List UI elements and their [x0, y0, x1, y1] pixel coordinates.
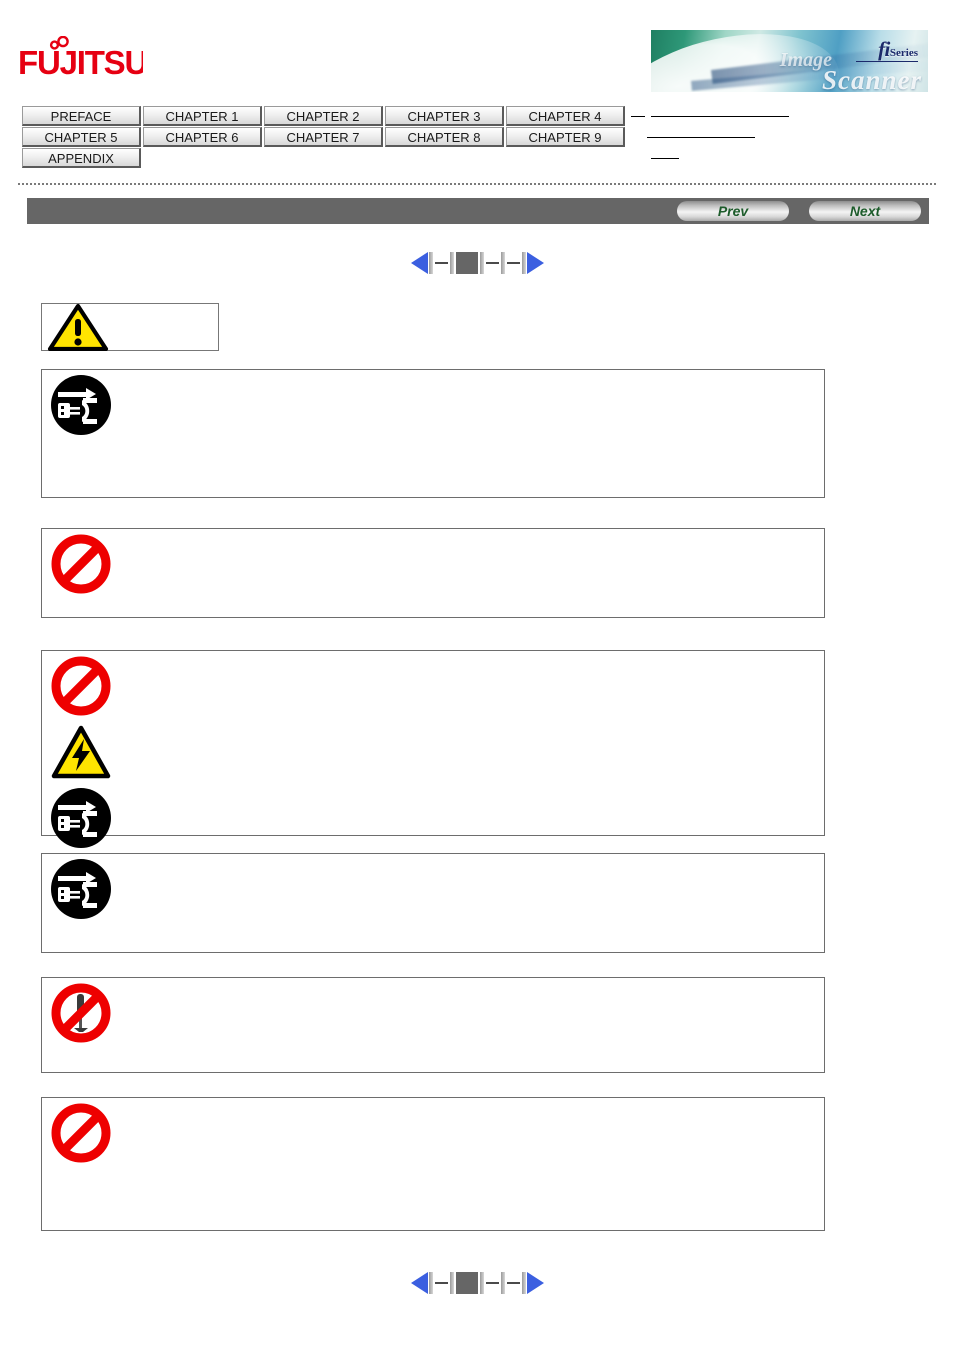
pager-dash: [485, 262, 499, 264]
pager-dash: [434, 1282, 448, 1284]
fujitsu-logo: FUJITSU: [18, 35, 148, 90]
pager-next-arrow-icon[interactable]: [526, 1272, 544, 1294]
pager-bar: [521, 252, 526, 274]
tab-chapter-5[interactable]: CHAPTER 5: [22, 127, 141, 147]
safety-box-icons: [50, 655, 111, 856]
page-navigation-bar: Prev Next: [27, 198, 929, 224]
safety-box-icons: [50, 533, 111, 602]
safety-box-icons: [50, 858, 111, 927]
banner-scanner-word: Scanner: [821, 65, 922, 92]
page-header: FUJITSU Image Scanner fiSeries: [0, 0, 954, 100]
safety-box-icons: [50, 982, 111, 1051]
tab-appendix[interactable]: APPENDIX: [22, 148, 141, 168]
header-rule-3: [651, 157, 679, 159]
pager-bar: [428, 252, 433, 274]
fi-logo-series: Series: [889, 47, 918, 59]
pager-prev-arrow-icon[interactable]: [410, 1272, 428, 1294]
page-indicator-top: [0, 248, 954, 278]
pager-bar: [449, 1272, 454, 1294]
tab-chapter-4[interactable]: CHAPTER 4: [506, 106, 625, 126]
tab-row-3: APPENDIX: [22, 148, 789, 168]
tab-row-2: CHAPTER 5 CHAPTER 6 CHAPTER 7 CHAPTER 8 …: [22, 127, 789, 147]
tab-chapter-9[interactable]: CHAPTER 9: [506, 127, 625, 147]
pager-next-arrow-icon[interactable]: [526, 252, 544, 274]
pager-dash: [434, 262, 448, 264]
pager-current-page-marker[interactable]: [455, 252, 478, 274]
pager-bar: [449, 252, 454, 274]
pager-dash: [506, 262, 520, 264]
header-dotted-divider: [18, 183, 936, 185]
safety-box: [41, 853, 825, 953]
unplug-power-cord-icon: [50, 787, 111, 854]
unplug-power-cord-icon: [50, 858, 111, 925]
pager-bar: [479, 1272, 484, 1294]
safety-box: [41, 977, 825, 1073]
prohibition-icon: [50, 655, 111, 722]
tab-preface[interactable]: PREFACE: [22, 106, 141, 126]
chapter-tab-nav: PREFACE CHAPTER 1 CHAPTER 2 CHAPTER 3 CH…: [22, 106, 789, 169]
tab-chapter-8[interactable]: CHAPTER 8: [385, 127, 504, 147]
pager-bar: [500, 1272, 505, 1294]
fi-series-banner: Image Scanner fiSeries: [651, 30, 928, 92]
pager-bar: [521, 1272, 526, 1294]
safety-box: [41, 528, 825, 618]
tab-chapter-6[interactable]: CHAPTER 6: [143, 127, 262, 147]
tab-chapter-1[interactable]: CHAPTER 1: [143, 106, 262, 126]
no-disassembly-icon: [50, 982, 111, 1049]
next-button[interactable]: Next: [809, 201, 921, 221]
tab-chapter-7[interactable]: CHAPTER 7: [264, 127, 383, 147]
safety-box-icons: [50, 1102, 111, 1171]
prev-button[interactable]: Prev: [677, 201, 789, 221]
header-rule-1: [651, 115, 789, 117]
pager-bar: [500, 252, 505, 274]
prohibition-icon: [50, 1102, 111, 1169]
tab-row-1: PREFACE CHAPTER 1 CHAPTER 2 CHAPTER 3 CH…: [22, 106, 789, 126]
safety-box: [41, 369, 825, 498]
warning-triangle-icon: [47, 303, 109, 356]
pager-bar: [428, 1272, 433, 1294]
safety-box: [41, 1097, 825, 1231]
prohibition-icon: [50, 533, 111, 600]
fi-logo: fiSeries: [878, 37, 918, 62]
tab-chapter-3[interactable]: CHAPTER 3: [385, 106, 504, 126]
warning-header-box: [41, 303, 219, 352]
tab-row-1-dash: [631, 115, 645, 117]
electric-shock-icon: [50, 724, 111, 785]
pager-current-page-marker[interactable]: [455, 1272, 478, 1294]
fi-logo-fi: fi: [878, 37, 890, 61]
header-rule-2: [647, 136, 755, 138]
pager-dash: [485, 1282, 499, 1284]
safety-box: [41, 650, 825, 848]
pager-dash: [506, 1282, 520, 1284]
svg-text:FUJITSU: FUJITSU: [18, 44, 143, 81]
pager-prev-arrow-icon[interactable]: [410, 252, 428, 274]
page-indicator-bottom: [0, 1268, 954, 1298]
unplug-power-cord-icon: [50, 374, 111, 441]
tab-chapter-2[interactable]: CHAPTER 2: [264, 106, 383, 126]
pager-bar: [479, 252, 484, 274]
safety-box-icons: [50, 374, 111, 443]
fi-logo-underline: [856, 61, 918, 62]
